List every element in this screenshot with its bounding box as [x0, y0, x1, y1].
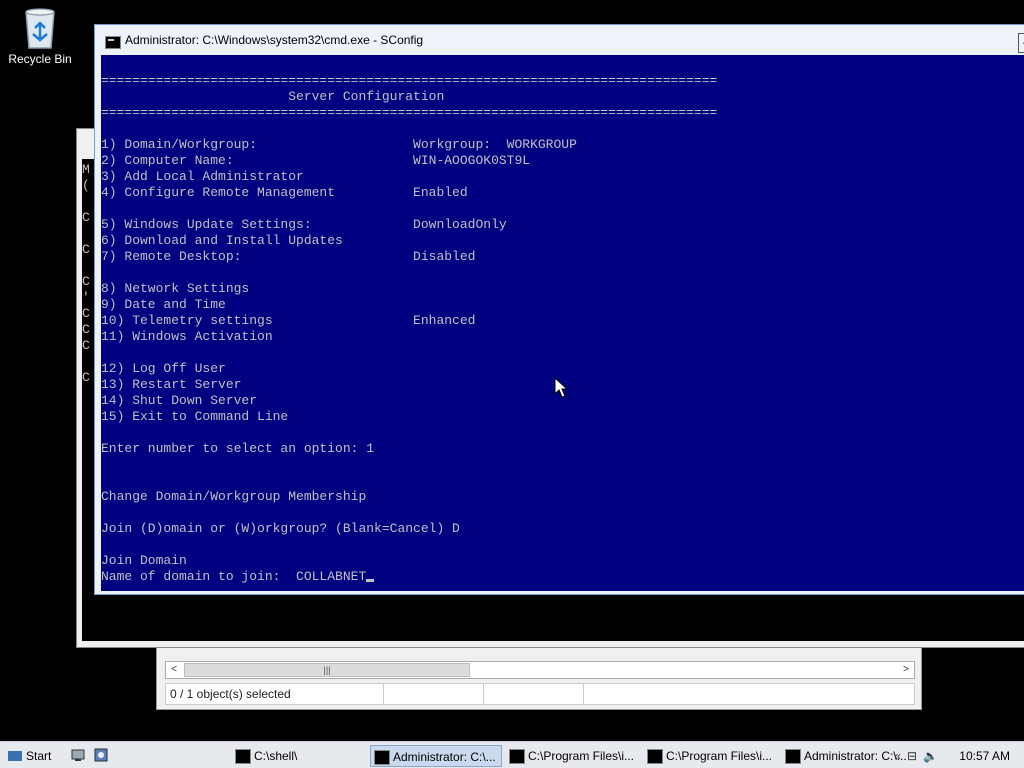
minimize-button[interactable]: – [1018, 33, 1024, 53]
console-line: Join (D)omain or (W)orkgroup? (Blank=Can… [101, 521, 460, 536]
background-console-char: ' [82, 290, 90, 305]
separator-line: ========================================… [101, 105, 718, 120]
tray-icon[interactable]: ⊟ [907, 749, 923, 763]
background-console-char: C [82, 370, 90, 385]
text-cursor [366, 579, 375, 582]
window-icon [374, 750, 390, 765]
console-line: Name of domain to join: COLLABNET [101, 569, 375, 585]
console-line: 2) Computer Name: WIN-AOOGOK0ST9L [101, 153, 531, 168]
cmd-icon [105, 36, 121, 49]
file-manager-window[interactable]: < ||| > 0 / 1 object(s) selected [156, 640, 922, 710]
window-titlebar[interactable]: Administrator: C:\Windows\system32\cmd.e… [95, 25, 1024, 55]
console-line: 3) Add Local Administrator [101, 169, 304, 184]
scroll-right-button[interactable]: > [898, 662, 914, 678]
tray-icon[interactable]: 🔈 [923, 749, 944, 763]
taskbar-button-label: C:\Program Files\i... [666, 749, 773, 763]
background-console-char: ( [82, 178, 90, 193]
sconfig-cmd-window[interactable]: Administrator: C:\Windows\system32\cmd.e… [94, 24, 1024, 595]
background-console-char: C [82, 338, 90, 353]
start-label: Start [26, 749, 52, 763]
taskbar-button[interactable]: C:\Program Files\i... [506, 745, 640, 767]
start-icon [8, 751, 22, 761]
window-icon [785, 749, 801, 764]
background-console-char: C [82, 274, 90, 289]
console-line: Server Configuration [101, 89, 445, 104]
recycle-bin-graphic [25, 8, 55, 49]
console-line: 11) Windows Activation [101, 329, 273, 344]
taskbar-button[interactable]: Administrator: C:\... [370, 745, 502, 767]
console-line: 9) Date and Time [101, 297, 226, 312]
console-line: 7) Remote Desktop: Disabled [101, 249, 476, 264]
tray-icons[interactable]: «⊟🔈 [894, 746, 944, 766]
taskbar-button-label: C:\shell\ [254, 749, 298, 763]
console-line: 12) Log Off User [101, 361, 226, 376]
console-line: 10) Telemetry settings Enhanced [101, 313, 476, 328]
console-line: Join Domain [101, 553, 187, 568]
scroll-thumb[interactable]: ||| [184, 663, 470, 677]
show-desktop-icon[interactable] [70, 747, 86, 763]
taskbar-button-label: C:\Program Files\i... [528, 749, 635, 763]
background-console-char: C [82, 306, 90, 321]
console-line: 6) Download and Install Updates [101, 233, 343, 248]
taskbar: Start C:\shell\ Administrator: C:\... C:\P… [0, 741, 1024, 768]
window-title: Administrator: C:\Windows\system32\cmd.e… [125, 33, 424, 47]
console-line: 14) Shut Down Server [101, 393, 258, 408]
status-cell [384, 684, 484, 704]
console-line: 8) Network Settings [101, 281, 250, 296]
start-button[interactable]: Start [6, 746, 51, 766]
status-cell [584, 684, 914, 704]
status-selected-count: 0 / 1 object(s) selected [166, 684, 384, 704]
console-line: 15) Exit to Command Line [101, 409, 289, 424]
separator-line: ========================================… [101, 73, 718, 88]
console-line: 1) Domain/Workgroup: Workgroup: WORKGROU… [101, 137, 577, 152]
taskbar-button[interactable]: C:\Program Files\i... [644, 745, 778, 767]
background-console-char: C [82, 322, 90, 337]
console-line: 4) Configure Remote Management Enabled [101, 185, 468, 200]
console-line: 13) Restart Server [101, 377, 242, 392]
console-line: Enter number to select an option: 1 [101, 441, 375, 456]
console-line: Change Domain/Workgroup Membership [101, 489, 367, 504]
window-icon [235, 749, 251, 764]
tray-icon[interactable]: « [894, 749, 907, 763]
server-manager-icon[interactable] [93, 747, 109, 763]
window-icon [509, 749, 525, 764]
status-cell [484, 684, 584, 704]
background-console-char: M [82, 162, 90, 177]
console-output[interactable]: ========================================… [101, 55, 1024, 591]
taskbar-button[interactable]: C:\shell\ [232, 745, 362, 767]
horizontal-scrollbar[interactable]: < ||| > [165, 661, 915, 679]
mouse-pointer-icon [554, 377, 568, 398]
status-bar: 0 / 1 object(s) selected [165, 683, 915, 705]
recycle-bin-icon[interactable]: Recycle Bin [6, 6, 74, 66]
window-icon [647, 749, 663, 764]
background-console-char: C [82, 210, 90, 225]
recycle-bin-label: Recycle Bin [8, 52, 72, 66]
console-line: 5) Windows Update Settings: DownloadOnly [101, 217, 507, 232]
scroll-left-button[interactable]: < [166, 662, 182, 678]
clock[interactable]: 10:57 AM [959, 746, 1010, 766]
background-console-char: C [82, 242, 90, 257]
taskbar-button-label: Administrator: C:\... [393, 750, 496, 764]
taskbar-button-label: Administrator: C:\... [804, 749, 907, 763]
